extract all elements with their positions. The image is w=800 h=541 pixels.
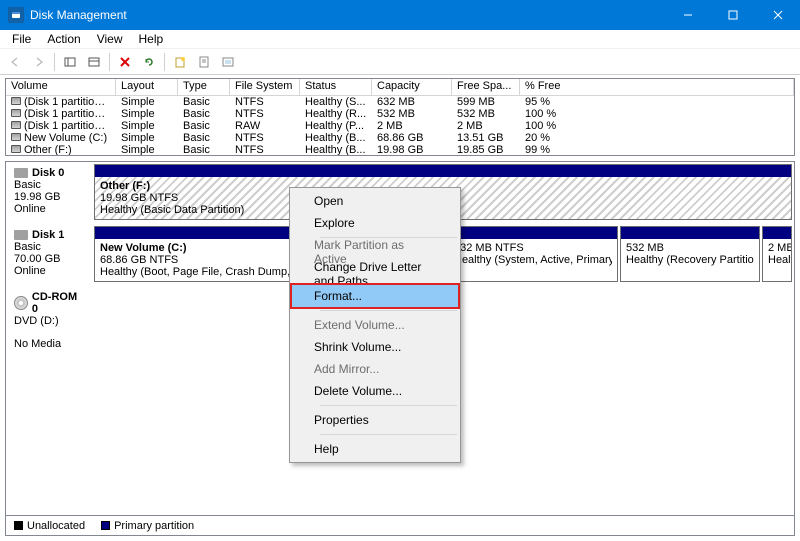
disk-drive: DVD (D:) bbox=[14, 315, 86, 327]
disk-state: Online bbox=[14, 265, 86, 277]
volume-line: 2 MB bbox=[768, 242, 786, 254]
cm-shrink[interactable]: Shrink Volume... bbox=[292, 336, 458, 358]
view-button[interactable] bbox=[83, 51, 105, 73]
menu-help[interactable]: Help bbox=[131, 31, 172, 47]
table-row[interactable]: New Volume (C:)SimpleBasicNTFSHealthy (B… bbox=[6, 132, 794, 144]
cm-open[interactable]: Open bbox=[292, 190, 458, 212]
volume-icon bbox=[11, 109, 21, 117]
cm-change-letter[interactable]: Change Drive Letter and Paths... bbox=[292, 263, 458, 285]
menu-bar: File Action View Help bbox=[0, 30, 800, 49]
cm-add-mirror: Add Mirror... bbox=[292, 358, 458, 380]
cdrom-icon bbox=[14, 296, 28, 310]
legend-primary: Primary partition bbox=[101, 520, 194, 532]
volume-icon bbox=[11, 121, 21, 129]
close-button[interactable] bbox=[755, 0, 800, 30]
col-volume[interactable]: Volume bbox=[6, 79, 116, 96]
cm-separator bbox=[320, 310, 457, 311]
col-layout[interactable]: Layout bbox=[116, 79, 178, 96]
volume-box[interactable]: 2 MB Healthy (Primary Partition) bbox=[762, 226, 792, 282]
table-row[interactable]: (Disk 1 partition 4)SimpleBasicRAWHealth… bbox=[6, 120, 794, 132]
disk-name: Disk 0 bbox=[32, 167, 64, 179]
col-free[interactable]: Free Spa... bbox=[452, 79, 520, 96]
menu-file[interactable]: File bbox=[4, 31, 39, 47]
cm-separator bbox=[320, 405, 457, 406]
volume-icon bbox=[11, 97, 21, 105]
toolbar-separator bbox=[109, 53, 110, 71]
disk-name: Disk 1 bbox=[32, 229, 64, 241]
show-hide-button[interactable] bbox=[59, 51, 81, 73]
refresh-icon[interactable] bbox=[138, 51, 160, 73]
disk-label[interactable]: CD-ROM 0 DVD (D:) No Media bbox=[6, 286, 94, 346]
disk-label[interactable]: Disk 1 Basic 70.00 GB Online bbox=[6, 224, 94, 284]
legend: Unallocated Primary partition bbox=[6, 515, 794, 535]
delete-icon[interactable] bbox=[114, 51, 136, 73]
new-icon[interactable] bbox=[169, 51, 191, 73]
col-filesystem[interactable]: File System bbox=[230, 79, 300, 96]
maximize-button[interactable] bbox=[710, 0, 755, 30]
col-type[interactable]: Type bbox=[178, 79, 230, 96]
col-status[interactable]: Status bbox=[300, 79, 372, 96]
cm-properties[interactable]: Properties bbox=[292, 409, 458, 431]
cm-explore[interactable]: Explore bbox=[292, 212, 458, 234]
volume-line: 532 MB bbox=[626, 242, 754, 254]
disk-type: Basic bbox=[14, 179, 86, 191]
list-header: Volume Layout Type File System Status Ca… bbox=[6, 79, 794, 96]
volume-box[interactable]: 632 MB NTFS Healthy (System, Active, Pri… bbox=[448, 226, 618, 282]
cm-delete[interactable]: Delete Volume... bbox=[292, 380, 458, 402]
cm-extend: Extend Volume... bbox=[292, 314, 458, 336]
legend-unallocated: Unallocated bbox=[14, 520, 85, 532]
settings-icon[interactable] bbox=[217, 51, 239, 73]
window-title: Disk Management bbox=[30, 8, 665, 22]
table-row[interactable]: (Disk 1 partition 3)SimpleBasicNTFSHealt… bbox=[6, 108, 794, 120]
volume-bar bbox=[763, 227, 791, 239]
forward-button[interactable] bbox=[28, 51, 50, 73]
properties-icon[interactable] bbox=[193, 51, 215, 73]
minimize-button[interactable] bbox=[665, 0, 710, 30]
volume-status: Healthy (Primary Partition) bbox=[768, 254, 786, 266]
disk-state: No Media bbox=[14, 338, 86, 350]
cm-help[interactable]: Help bbox=[292, 438, 458, 460]
disk-label[interactable]: Disk 0 Basic 19.98 GB Online bbox=[6, 162, 94, 222]
disk-size: 70.00 GB bbox=[14, 253, 86, 265]
menu-action[interactable]: Action bbox=[39, 31, 88, 47]
volume-bar bbox=[449, 227, 617, 239]
menu-view[interactable]: View bbox=[89, 31, 131, 47]
toolbar-separator bbox=[54, 53, 55, 71]
toolbar-separator bbox=[164, 53, 165, 71]
col-capacity[interactable]: Capacity bbox=[372, 79, 452, 96]
table-row[interactable]: Other (F:)SimpleBasicNTFSHealthy (B...19… bbox=[6, 144, 794, 156]
disk-state: Online bbox=[14, 203, 86, 215]
disk-icon bbox=[14, 168, 28, 178]
volume-icon bbox=[11, 145, 21, 153]
disk-type: Basic bbox=[14, 241, 86, 253]
volume-bar bbox=[621, 227, 759, 239]
volume-bar bbox=[95, 165, 791, 177]
cm-format[interactable]: Format... bbox=[292, 285, 458, 307]
volume-line: 632 MB NTFS bbox=[454, 242, 612, 254]
volume-icon bbox=[11, 133, 21, 141]
volume-status: Healthy (Recovery Partition) bbox=[626, 254, 754, 266]
volume-box[interactable]: 532 MB Healthy (Recovery Partition) bbox=[620, 226, 760, 282]
toolbar bbox=[0, 49, 800, 75]
cm-separator bbox=[320, 434, 457, 435]
context-menu: Open Explore Mark Partition as Active Ch… bbox=[289, 187, 461, 463]
volume-status: Healthy (System, Active, Primary Partiti… bbox=[454, 254, 612, 266]
disk-name: CD-ROM 0 bbox=[32, 291, 86, 315]
table-row[interactable]: (Disk 1 partition 2)SimpleBasicNTFSHealt… bbox=[6, 96, 794, 108]
app-icon bbox=[8, 7, 24, 23]
disk-icon bbox=[14, 230, 28, 240]
back-button[interactable] bbox=[4, 51, 26, 73]
title-bar: Disk Management bbox=[0, 0, 800, 30]
volume-list[interactable]: Volume Layout Type File System Status Ca… bbox=[5, 78, 795, 156]
col-pfree[interactable]: % Free bbox=[520, 79, 794, 96]
disk-size: 19.98 GB bbox=[14, 191, 86, 203]
